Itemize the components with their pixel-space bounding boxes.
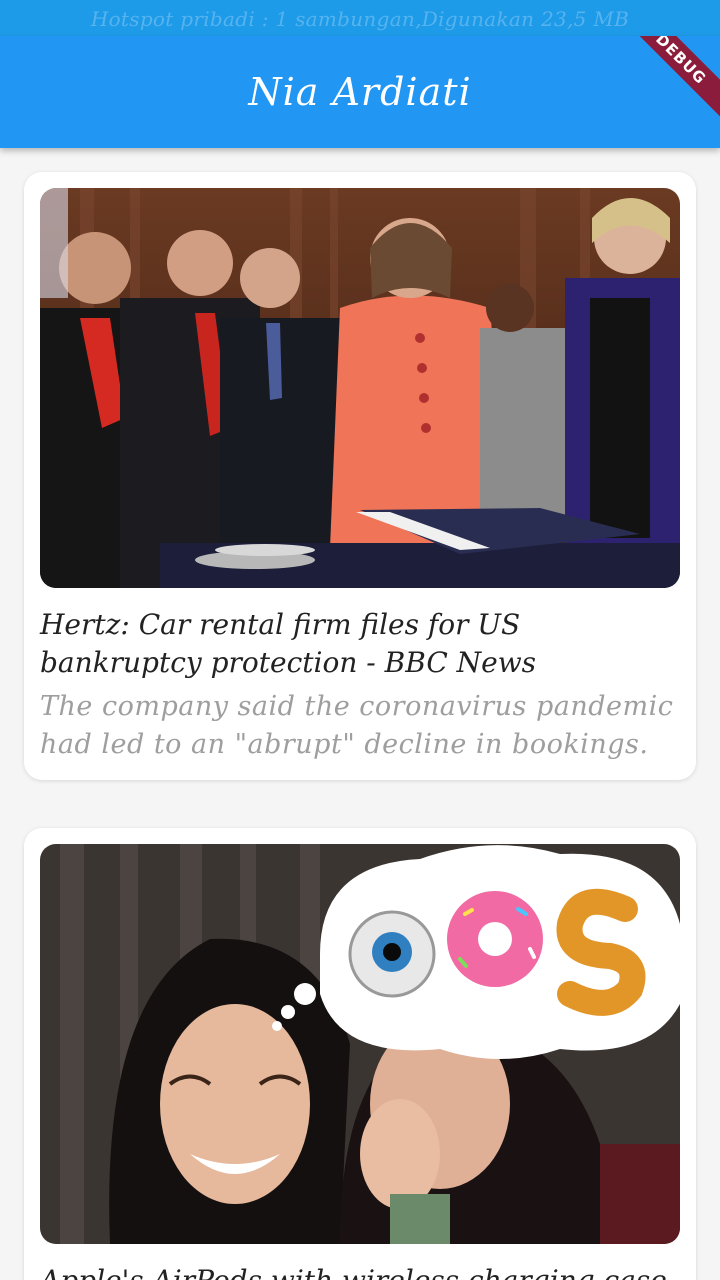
news-card[interactable]: Apple's AirPods with wireless charging c… [24, 828, 696, 1280]
news-card-title[interactable]: Hertz: Car rental firm files for US bank… [40, 606, 680, 682]
laughing-women-photo [40, 844, 680, 1244]
news-card-image[interactable] [40, 188, 680, 588]
debug-label: DEBUG [652, 36, 710, 88]
politicians-photo [40, 188, 680, 588]
app-bar: Nia Ardiati DEBUG [0, 36, 720, 148]
news-card-image[interactable] [40, 844, 680, 1244]
status-bar: Hotspot pribadi : 1 sambungan,Digunakan … [0, 0, 720, 38]
news-card[interactable]: Hertz: Car rental firm files for US bank… [24, 172, 696, 780]
status-text: Hotspot pribadi : 1 sambungan,Digunakan … [90, 7, 630, 31]
debug-banner: DEBUG [611, 36, 720, 129]
news-card-title[interactable]: Apple's AirPods with wireless charging c… [40, 1262, 680, 1280]
news-card-description: The company said the coronavirus pandemi… [40, 691, 674, 760]
news-feed[interactable]: Hertz: Car rental firm files for US bank… [0, 148, 720, 1280]
app-title: Nia Ardiati [248, 70, 472, 114]
